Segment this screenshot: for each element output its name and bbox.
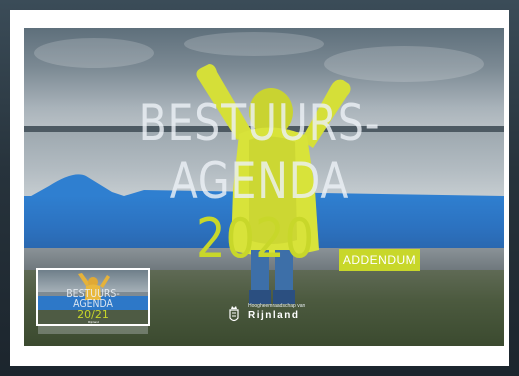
addendum-badge: ADDENDUM: [339, 249, 420, 271]
cover-title-line2: AGENDA: [169, 152, 350, 210]
rijnland-crest-icon: [229, 306, 239, 322]
logo-title: Rijnland: [248, 310, 300, 321]
cover-year: 2020: [196, 207, 315, 270]
cloud: [34, 38, 154, 68]
thumbnail-year: 20/21: [77, 308, 109, 321]
thumbnail-logo: Rijnland: [88, 320, 99, 324]
thumbnail-cover[interactable]: BESTUURS- AGENDA 20/21 Rijnland: [36, 268, 150, 326]
logo-subtitle: Hoogheemraadschap van: [248, 303, 306, 309]
rijnland-logo: Hoogheemraadschap van Rijnland: [227, 303, 305, 330]
cover-title-line1: BESTUURS-: [138, 94, 381, 152]
